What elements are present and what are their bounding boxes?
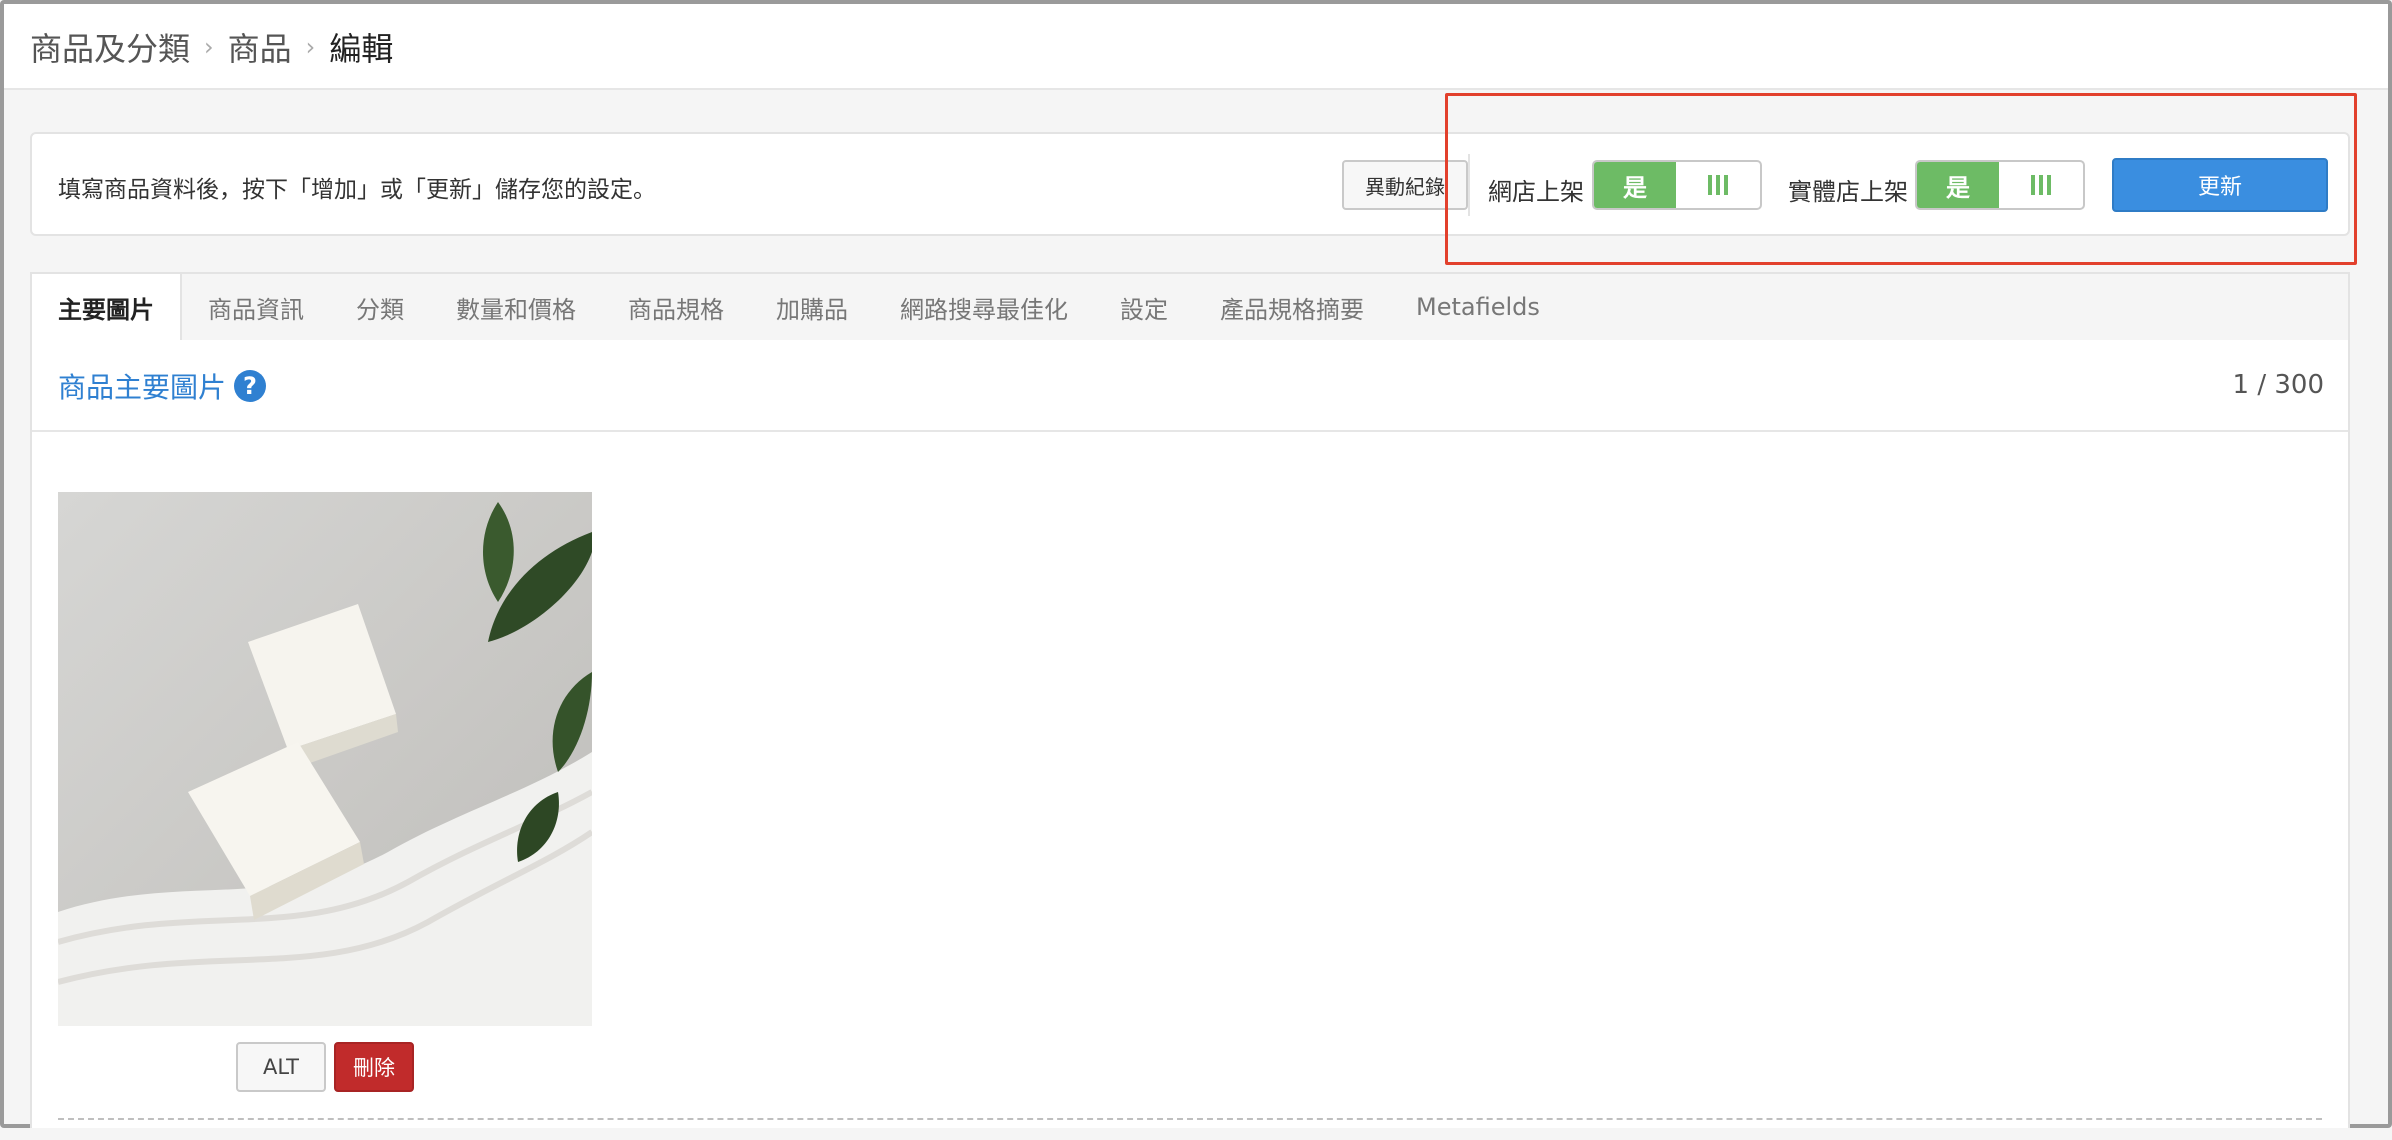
image-alt-button[interactable]: ALT [236, 1042, 326, 1092]
question-circle-icon[interactable]: ? [234, 370, 267, 402]
divider [32, 430, 2348, 432]
section-title-text: 商品主要圖片 [58, 371, 227, 404]
tab-settings[interactable]: 設定 [1094, 274, 1194, 340]
tab-seo[interactable]: 網路搜尋最佳化 [874, 274, 1094, 340]
product-edit-panel: 主要圖片 商品資訊 分類 數量和價格 商品規格 加購品 網路搜尋最佳化 設定 產… [30, 272, 2350, 1128]
section-title: 商品主要圖片 ? [58, 366, 267, 406]
image-delete-button[interactable]: 刪除 [334, 1042, 414, 1092]
breadcrumb-item-products[interactable]: 商品 [228, 24, 292, 70]
page-header: 商品及分類 › 商品 › 編輯 [4, 4, 2388, 90]
save-hint-text: 填寫商品資料後，按下「增加」或「更新」儲存您的設定。 [58, 177, 656, 203]
breadcrumb-item-categories[interactable]: 商品及分類 [30, 24, 190, 70]
tab-quantity-price[interactable]: 數量和價格 [430, 274, 602, 340]
tab-main-images[interactable]: 主要圖片 [32, 274, 182, 340]
product-photo-illustration [58, 502, 592, 1026]
annotation-highlight-box [1445, 93, 2357, 265]
tab-spec-summary[interactable]: 產品規格摘要 [1194, 274, 1390, 340]
breadcrumb-separator-icon: › [204, 33, 214, 61]
tab-specifications[interactable]: 商品規格 [602, 274, 750, 340]
product-image[interactable] [58, 492, 592, 1026]
tab-product-info[interactable]: 商品資訊 [182, 274, 330, 340]
image-count: 1 / 300 [2232, 370, 2324, 400]
tab-categories[interactable]: 分類 [330, 274, 430, 340]
tab-metafields[interactable]: Metafields [1390, 274, 1566, 340]
breadcrumb: 商品及分類 › 商品 › 編輯 [30, 24, 393, 70]
breadcrumb-current: 編輯 [329, 30, 394, 68]
image-upload-dropzone[interactable] [58, 1118, 2322, 1140]
tab-add-ons[interactable]: 加購品 [750, 274, 874, 340]
breadcrumb-separator-icon: › [305, 33, 316, 61]
tab-bar: 主要圖片 商品資訊 分類 數量和價格 商品規格 加購品 網路搜尋最佳化 設定 產… [32, 274, 2348, 340]
